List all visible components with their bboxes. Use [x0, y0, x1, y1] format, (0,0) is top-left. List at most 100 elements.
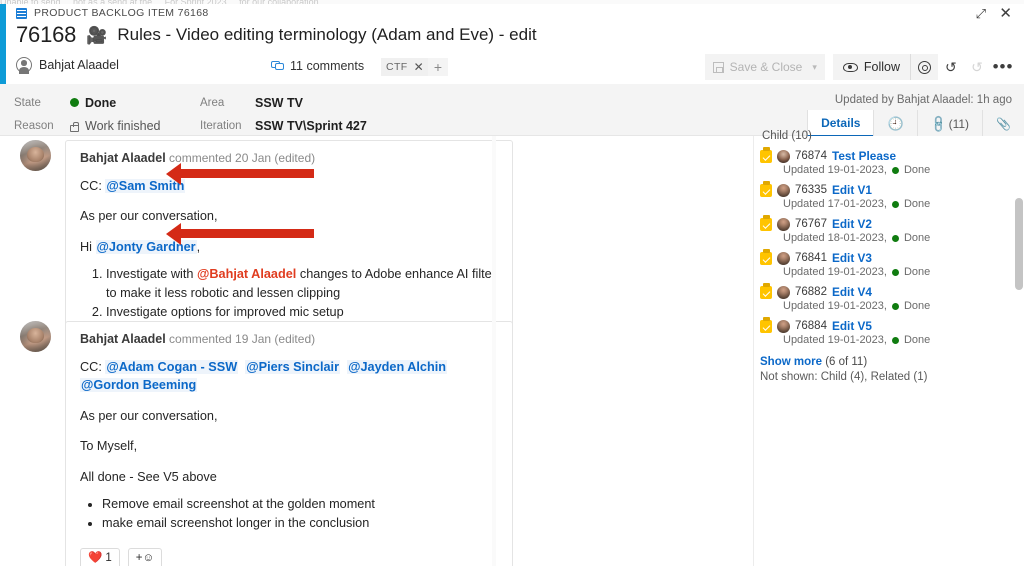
cc-label: CC:	[80, 179, 102, 193]
show-more-link[interactable]: Show more	[760, 356, 822, 368]
avatar	[20, 140, 51, 171]
tag-label: CTF	[386, 61, 408, 73]
tag-ctf[interactable]: CTF ✕	[381, 58, 430, 76]
comment-meta: commented 19 Jan (edited)	[169, 332, 316, 346]
assignee[interactable]: Bahjat Alaadel	[16, 57, 119, 75]
more-options-button[interactable]: •••	[990, 54, 1016, 80]
comment-author[interactable]: Bahjat Alaadel	[80, 151, 166, 165]
related-updated: Updated 19-01-2023,	[783, 300, 887, 312]
lock-icon	[70, 122, 79, 132]
related-title[interactable]: Edit V5	[832, 319, 872, 333]
save-and-close-button[interactable]: Save & Close ▾	[704, 54, 825, 80]
comment-text: CC: @Adam Cogan - SSW @Piers Sinclair @J…	[66, 358, 512, 566]
breadcrumb[interactable]: PRODUCT BACKLOG ITEM 76168	[16, 7, 209, 19]
mention-gordon-beeming[interactable]: @Gordon Beeming	[80, 378, 198, 393]
chevron-down-icon[interactable]: ▾	[812, 62, 817, 73]
panel-divider	[753, 136, 754, 566]
comment-header: Bahjat Alaadel commented 19 Jan (edited)	[66, 322, 512, 346]
list-item[interactable]: 76335 Edit V1 Updated 17-01-2023, Done	[760, 181, 1010, 210]
mention-bahjat-alaadel[interactable]: @Bahjat Alaadel	[197, 267, 296, 281]
avatar	[777, 285, 790, 299]
scrollbar-thumb[interactable]	[1015, 198, 1023, 290]
avatar	[777, 149, 790, 163]
avatar	[20, 321, 51, 352]
list-item[interactable]: 76767 Edit V2 Updated 18-01-2023, Done	[760, 215, 1010, 244]
comment-paragraph: All done - See V5 above	[80, 469, 217, 484]
link-icon: 🔗	[927, 113, 949, 134]
work-item-header: PRODUCT BACKLOG ITEM 76168 76168 🎥 Rules…	[6, 4, 1024, 84]
tab-details[interactable]: Details	[807, 110, 874, 137]
related-id: 76767	[795, 218, 827, 230]
related-group-header: Child (10)	[762, 130, 812, 142]
page-scrollbar[interactable]	[1013, 136, 1024, 566]
annotation-arrow-1	[166, 162, 314, 185]
page-title[interactable]: Rules - Video editing terminology (Adam …	[117, 25, 536, 45]
related-title[interactable]: Test Please	[832, 149, 896, 163]
avatar	[16, 57, 32, 75]
heart-icon: ❤️	[88, 552, 103, 564]
save-label: Save & Close	[729, 60, 803, 74]
mention-piers-sinclair[interactable]: @Piers Sinclair	[245, 360, 341, 374]
comments-link[interactable]: 11 comments	[271, 59, 364, 73]
state-dot	[891, 336, 899, 344]
mention-jayden-alchin[interactable]: @Jayden Alchin	[347, 360, 448, 374]
area-value[interactable]: SSW TV	[255, 96, 303, 110]
tag-remove-icon[interactable]: ✕	[412, 61, 424, 73]
list-item[interactable]: 76841 Edit V3 Updated 19-01-2023, Done	[760, 249, 1010, 278]
related-title[interactable]: Edit V1	[832, 183, 872, 197]
show-more-row: Show more (6 of 11)	[760, 356, 867, 368]
comment-author[interactable]: Bahjat Alaadel	[80, 332, 166, 346]
state-dot	[891, 166, 899, 174]
work-item-icon	[16, 7, 27, 19]
state-value[interactable]: Done	[85, 96, 116, 110]
mention-jonty-gardner[interactable]: @Jonty Gardner	[95, 239, 197, 254]
eye-icon	[842, 62, 858, 72]
expand-icon[interactable]: ⤢	[976, 6, 986, 22]
refresh-button[interactable]: ↻	[938, 54, 964, 80]
add-tag-button[interactable]: +	[428, 58, 448, 76]
follow-label: Follow	[863, 60, 900, 74]
avatar	[777, 217, 790, 231]
list-item[interactable]: 76874 Test Please Updated 19-01-2023, Done	[760, 147, 1010, 176]
comment-paragraph: As per our conversation,	[80, 408, 218, 423]
related-updated: Updated 19-01-2023,	[783, 266, 887, 278]
related-state: Done	[903, 266, 931, 278]
undo-button[interactable]: ↺	[964, 54, 990, 80]
task-icon	[760, 147, 772, 163]
task-icon	[760, 283, 772, 299]
follow-button[interactable]: Follow	[832, 54, 910, 80]
related-updated: Updated 19-01-2023,	[783, 164, 887, 176]
detail-tabs: Details 🕘 🔗 (11) 📎	[807, 110, 1024, 137]
comment-header: Bahjat Alaadel commented 20 Jan (edited)	[66, 141, 512, 165]
related-title[interactable]: Edit V3	[832, 251, 872, 265]
work-item-id: 76168	[16, 22, 77, 47]
close-icon[interactable]: ✕	[999, 4, 1012, 22]
state-dot	[891, 302, 899, 310]
list-item[interactable]: 76882 Edit V4 Updated 19-01-2023, Done	[760, 283, 1010, 312]
tab-attachments[interactable]: 📎	[982, 110, 1024, 137]
comment-cc-line: CC: @Sam Smith	[80, 177, 498, 195]
movie-camera-icon: 🎥	[86, 25, 108, 45]
breadcrumb-label: PRODUCT BACKLOG ITEM 76168	[34, 7, 209, 19]
settings-button[interactable]	[910, 54, 938, 80]
avatar	[777, 319, 790, 333]
iteration-value[interactable]: SSW TV\Sprint 427	[255, 119, 367, 133]
add-reaction-button[interactable]: +☺	[127, 547, 163, 566]
list-item[interactable]: 76884 Edit V5 Updated 19-01-2023, Done	[760, 317, 1010, 346]
title-row: 76168 🎥 Rules - Video editing terminolog…	[16, 22, 537, 48]
tab-links[interactable]: 🔗 (11)	[916, 110, 983, 137]
related-title[interactable]: Edit V4	[832, 285, 872, 299]
show-more-count: (6 of 11)	[825, 356, 868, 368]
reason-value: Work finished	[85, 119, 161, 133]
state-dot	[891, 234, 899, 242]
related-title[interactable]: Edit V2	[832, 217, 872, 231]
related-updated: Updated 17-01-2023,	[783, 198, 887, 210]
reaction-heart[interactable]: ❤️ 1	[80, 547, 120, 566]
tab-history[interactable]: 🕘	[873, 110, 917, 137]
task-icon	[760, 215, 772, 231]
task-icon	[760, 317, 772, 333]
comment-intro: As per our conversation,	[80, 209, 218, 224]
mention-adam-cogan[interactable]: @Adam Cogan - SSW	[105, 360, 239, 374]
comment-cc-line: CC: @Adam Cogan - SSW @Piers Sinclair @J…	[80, 358, 498, 395]
toolbar: Save & Close ▾ Follow ↻ ↺ •••	[704, 54, 1016, 80]
